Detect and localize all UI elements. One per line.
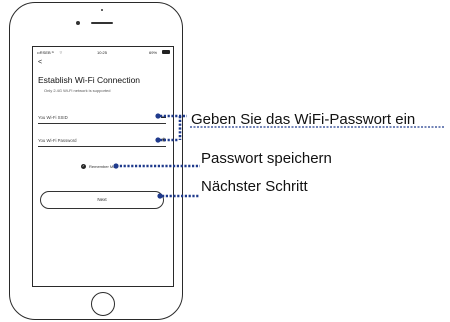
marker-ssid — [155, 113, 161, 119]
marker-password — [155, 137, 161, 143]
marker-next — [157, 193, 163, 199]
callout-next-step: Nächster Schritt — [201, 178, 308, 195]
marker-remember — [113, 163, 119, 169]
callout-save-password: Passwort speichern — [201, 150, 332, 167]
callout-password-hint: Geben Sie das WiFi-Passwort ein — [191, 111, 416, 128]
